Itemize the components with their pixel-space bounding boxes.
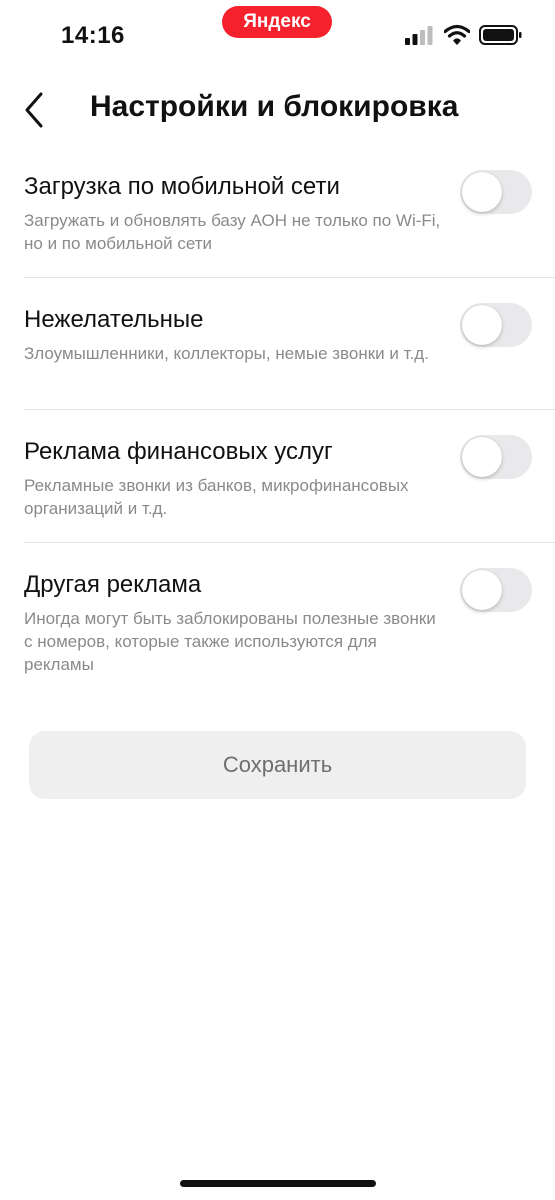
setting-title: Другая реклама (24, 571, 202, 598)
status-time: 14:16 (61, 22, 125, 49)
toggle-knob (462, 437, 502, 477)
setting-title: Загрузка по мобильной сети (24, 173, 340, 200)
setting-description: Иногда могут быть заблокированы полезные… (24, 609, 436, 674)
back-button[interactable] (20, 88, 50, 132)
financial-ads-toggle[interactable] (460, 435, 532, 479)
status-icons (404, 24, 524, 50)
battery-icon (479, 25, 522, 45)
setting-description: Загружать и обновлять базу АОН не только… (24, 211, 441, 253)
save-button[interactable]: Сохранить (29, 731, 526, 799)
status-bar: 14:16 Яндекс (0, 0, 555, 70)
mobile-download-toggle[interactable] (460, 170, 532, 214)
chevron-left-icon (25, 92, 43, 128)
setting-row-mobile-download: Загрузка по мобильной сети Загружать и о… (0, 145, 555, 278)
toggle-knob (462, 305, 502, 345)
settings-list: Загрузка по мобильной сети Загружать и о… (0, 145, 555, 693)
setting-description: Рекламные звонки из банков, микрофинансо… (24, 476, 409, 518)
header: Настройки и блокировка (0, 80, 555, 140)
setting-row-unwanted: Нежелательные Злоумышленники, коллекторы… (0, 278, 555, 410)
toggle-knob (462, 570, 502, 610)
setting-description: Злоумышленники, коллекторы, немые звонки… (24, 344, 429, 363)
brand-pill[interactable]: Яндекс (222, 6, 332, 38)
setting-row-other-ads: Другая реклама Иногда могут быть заблоки… (0, 543, 555, 693)
other-ads-toggle[interactable] (460, 568, 532, 612)
setting-title: Реклама финансовых услуг (24, 438, 333, 465)
setting-row-financial-ads: Реклама финансовых услуг Рекламные звонк… (0, 410, 555, 543)
home-indicator[interactable] (180, 1180, 376, 1187)
setting-title: Нежелательные (24, 306, 204, 333)
unwanted-calls-toggle[interactable] (460, 303, 532, 347)
page-title: Настройки и блокировка (90, 90, 459, 123)
wifi-icon (444, 24, 470, 45)
toggle-knob (462, 172, 502, 212)
signal-icon (405, 26, 433, 45)
